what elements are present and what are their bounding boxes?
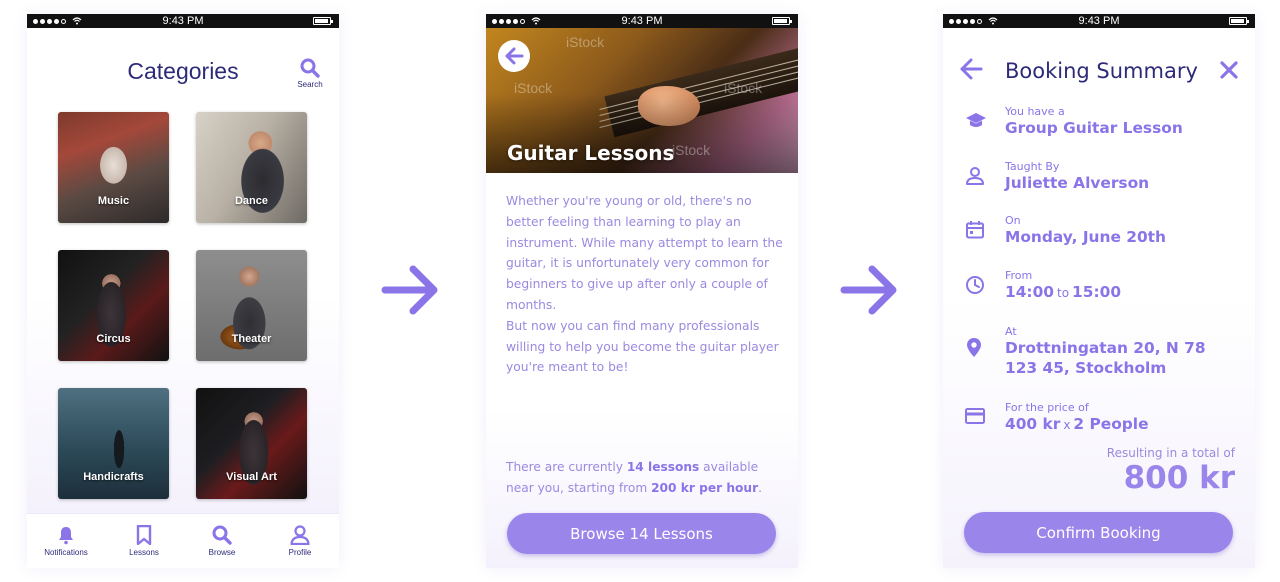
status-bar: 9:43 PM [486, 14, 798, 28]
status-bar: 9:43 PM [27, 14, 339, 28]
summary-header: Booking Summary [943, 58, 1255, 88]
booking-summary-screen: 9:43 PM Booking Summary You have a Group… [943, 14, 1255, 568]
battery-icon [1229, 17, 1249, 25]
watermark: iStock [566, 34, 605, 50]
teacher-value: Juliette Alverson [1005, 174, 1150, 192]
row-caption: On [1005, 214, 1021, 227]
total-value: 800 kr [1123, 460, 1235, 496]
tab-notifications[interactable]: Notifications [31, 525, 101, 557]
address-line-1: Drottningatan 20, N 78 [1005, 339, 1206, 357]
calendar-icon [966, 221, 984, 239]
hero-image: iStock iStock iStock iStock Guitar Lesso… [486, 28, 798, 173]
multiply-sign: x [1063, 418, 1071, 432]
tab-label: Lessons [129, 548, 159, 557]
availability-prefix: There are currently [506, 460, 623, 474]
clock-icon [966, 276, 984, 294]
tile-label: Visual Art [226, 471, 277, 483]
search-label: Search [297, 80, 323, 89]
close-icon[interactable] [1219, 60, 1239, 80]
end-time: 15:00 [1072, 283, 1122, 301]
tab-lessons[interactable]: Lessons [109, 525, 179, 557]
graduation-cap-icon [966, 113, 986, 127]
unit-price: 400 kr [1005, 415, 1061, 433]
lesson-count: 14 lessons [626, 460, 700, 474]
lesson-title: Guitar Lessons [507, 141, 675, 165]
wifi-icon [531, 17, 541, 25]
tile-label: Handicrafts [83, 471, 144, 483]
row-caption: Taught By [1005, 160, 1060, 173]
arrow-left-icon [505, 47, 524, 65]
confirm-booking-button[interactable]: Confirm Booking [964, 512, 1233, 553]
lesson-body: Whether you're young or old, there's no … [486, 173, 798, 568]
lesson-description: Whether you're young or old, there's no … [506, 194, 783, 375]
price-value: 400 kr x 2 People [1005, 415, 1149, 433]
tile-label: Music [97, 195, 130, 207]
watermark: iStock [724, 80, 763, 96]
tab-browse[interactable]: Browse [187, 525, 257, 557]
wifi-icon [72, 17, 82, 25]
tab-label: Browse [208, 548, 236, 557]
date-value: Monday, June 20th [1005, 228, 1166, 246]
person-icon [966, 167, 984, 185]
watermark: iStock [672, 142, 711, 158]
back-arrow-icon[interactable] [959, 58, 983, 80]
categories-screen: 9:43 PM Categories Search Music Dance Ci… [27, 14, 339, 568]
people-count: 2 People [1073, 415, 1149, 433]
tile-label: Dance [234, 195, 269, 207]
tab-label: Profile [288, 548, 312, 557]
status-bar: 9:43 PM [943, 14, 1255, 28]
availability-suffix: . [758, 480, 762, 495]
category-tile-circus[interactable]: Circus [58, 250, 169, 361]
category-tile-dance[interactable]: Dance [196, 112, 307, 223]
page-title: Categories [127, 58, 239, 84]
category-tile-handicrafts[interactable]: Handicrafts [58, 388, 169, 499]
categories-body: Categories Search Music Dance Circus The… [27, 28, 339, 513]
battery-icon [772, 17, 792, 25]
bookmark-icon [136, 525, 152, 545]
signal-icon [33, 17, 82, 25]
row-caption: For the price of [1005, 401, 1089, 414]
category-tile-theater[interactable]: Theater [196, 250, 307, 361]
category-tile-music[interactable]: Music [58, 112, 169, 223]
flow-arrow-icon [840, 265, 897, 315]
availability-text: There are currently 14 lessons available… [506, 457, 781, 499]
search-button[interactable]: Search [295, 58, 325, 89]
watermark: iStock [514, 80, 553, 96]
back-button[interactable] [498, 40, 530, 72]
location-pin-icon [967, 338, 981, 357]
category-tile-visual-art[interactable]: Visual Art [196, 388, 307, 499]
signal-icon [949, 17, 998, 25]
time-value: 14:00 to 15:00 [1005, 283, 1121, 301]
signal-icon [492, 17, 541, 25]
row-caption: At [1005, 325, 1017, 338]
search-icon [212, 525, 232, 545]
tab-bar: Notifications Lessons Browse Profile [27, 513, 339, 568]
battery-icon [313, 17, 333, 25]
search-icon [300, 58, 320, 78]
time-connector: to [1057, 286, 1070, 300]
tile-label: Theater [231, 333, 272, 345]
tab-label: Notifications [44, 548, 88, 557]
tab-profile[interactable]: Profile [265, 525, 335, 557]
address-line-2: 123 45, Stockholm [1005, 359, 1167, 377]
starting-price: 200 kr per hour [651, 480, 759, 495]
lesson-detail-screen: 9:43 PM iStock iStock iStock iStock Guit… [486, 14, 798, 568]
bell-icon [59, 527, 73, 545]
status-time: 9:43 PM [621, 15, 663, 27]
row-caption: From [1005, 269, 1033, 282]
total-caption: Resulting in a total of [1106, 446, 1235, 460]
stage: 9:43 PM Categories Search Music Dance Ci… [0, 0, 1280, 582]
page-title: Booking Summary [1005, 59, 1198, 83]
tile-label: Circus [96, 333, 131, 345]
flow-arrow-icon [381, 265, 438, 315]
start-time: 14:00 [1005, 283, 1054, 301]
browse-lessons-button[interactable]: Browse 14 Lessons [507, 513, 776, 554]
user-icon [290, 525, 310, 545]
row-caption: You have a [1005, 105, 1065, 118]
status-time: 9:43 PM [1078, 15, 1120, 27]
wifi-icon [988, 17, 998, 25]
status-time: 9:43 PM [162, 15, 204, 27]
credit-card-icon [965, 408, 985, 424]
lesson-type-value: Group Guitar Lesson [1005, 119, 1183, 137]
